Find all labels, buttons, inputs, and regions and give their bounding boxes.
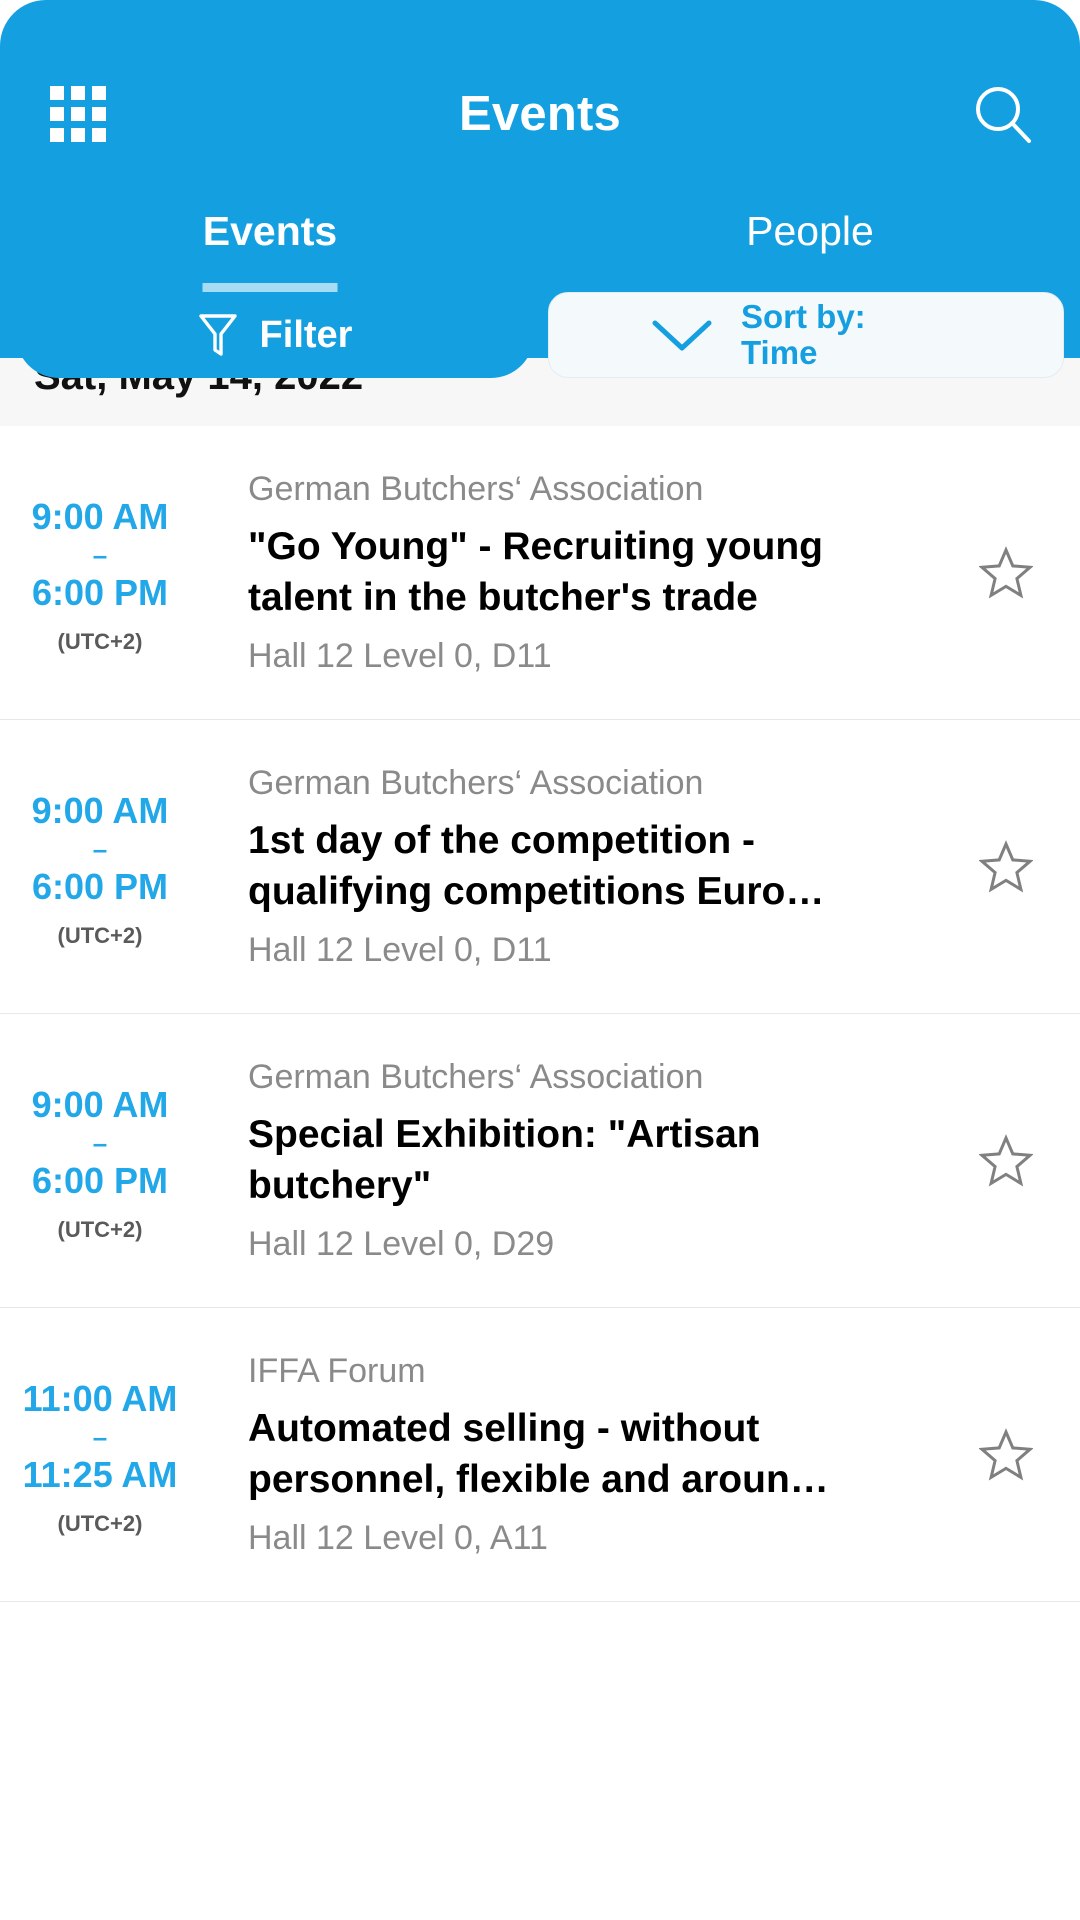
- event-organizer: IFFA Forum: [248, 1351, 426, 1390]
- funnel-icon: [198, 312, 238, 358]
- sort-label-value: Time: [741, 334, 818, 371]
- event-location: Hall 12 Level 0, D11: [248, 636, 552, 675]
- event-end-time: 11:25 AM: [22, 1453, 178, 1495]
- star-icon[interactable]: [978, 1133, 1034, 1188]
- event-title: Automated selling - without personnel, f…: [248, 1406, 829, 1501]
- tab-events-label: Events: [202, 208, 338, 254]
- filter-sort-bar: Filter Sort by: Time: [0, 292, 1080, 380]
- event-end-time: 6:00 PM: [31, 571, 169, 613]
- page-title: Events: [459, 87, 621, 141]
- event-timezone: (UTC+2): [57, 1510, 143, 1536]
- event-location: Hall 12 Level 0, A11: [248, 1518, 548, 1557]
- star-icon[interactable]: [978, 545, 1034, 600]
- sort-button-label: Sort by: Time: [741, 299, 866, 371]
- event-start-time: 11:00 AM: [22, 1377, 178, 1419]
- event-time-column: 11:00 AM – 11:25 AM (UTC+2): [0, 1366, 200, 1544]
- event-info-column: German Butchers‘ Association 1st day of …: [200, 757, 932, 977]
- event-list-item[interactable]: 11:00 AM – 11:25 AM (UTC+2) IFFA Forum A…: [0, 1308, 1080, 1602]
- event-time-separator: –: [92, 539, 108, 570]
- tab-people[interactable]: People: [540, 188, 1080, 298]
- event-organizer: German Butchers‘ Association: [248, 469, 704, 508]
- event-start-time: 9:00 AM: [31, 789, 169, 831]
- sort-label-prefix: Sort by:: [741, 298, 866, 335]
- event-organizer: German Butchers‘ Association: [248, 763, 704, 802]
- tab-events[interactable]: Events: [0, 188, 540, 298]
- tab-bar: Events People: [0, 188, 1080, 298]
- event-location: Hall 12 Level 0, D11: [248, 930, 552, 969]
- header-bar: Events: [0, 58, 1080, 170]
- event-title: "Go Young" - Recruiting young talent in …: [248, 524, 824, 619]
- chevron-down-icon: [647, 315, 717, 355]
- event-favorite-column: [932, 1427, 1080, 1482]
- content-area: Sat, May 14, 2022 9:00 AM – 6:00 PM (UTC…: [0, 354, 1080, 1920]
- event-favorite-column: [932, 545, 1080, 600]
- event-organizer: German Butchers‘ Association: [248, 1057, 704, 1096]
- event-title: 1st day of the competition - qualifying …: [248, 818, 825, 913]
- filter-button-label: Filter: [259, 313, 353, 356]
- event-title: Special Exhibition: "Artisan butchery": [248, 1112, 761, 1207]
- star-icon[interactable]: [978, 1427, 1034, 1482]
- event-time-separator: –: [92, 1421, 108, 1452]
- event-list-item[interactable]: 9:00 AM – 6:00 PM (UTC+2) German Butcher…: [0, 426, 1080, 720]
- app-screen: Events Events People Filter Sort by: Tim…: [0, 0, 1080, 1920]
- event-time-column: 9:00 AM – 6:00 PM (UTC+2): [0, 1072, 200, 1250]
- event-start-time: 9:00 AM: [31, 1083, 169, 1125]
- event-favorite-column: [932, 1133, 1080, 1188]
- event-timezone: (UTC+2): [57, 922, 143, 948]
- sort-button[interactable]: Sort by: Time: [548, 292, 1064, 378]
- event-info-column: German Butchers‘ Association "Go Young" …: [200, 463, 932, 683]
- search-icon[interactable]: [972, 84, 1034, 146]
- event-info-column: German Butchers‘ Association Special Exh…: [200, 1051, 932, 1271]
- event-time-separator: –: [92, 1127, 108, 1158]
- event-time-column: 9:00 AM – 6:00 PM (UTC+2): [0, 778, 200, 956]
- event-list-item[interactable]: 9:00 AM – 6:00 PM (UTC+2) German Butcher…: [0, 720, 1080, 1014]
- event-location: Hall 12 Level 0, D29: [248, 1224, 555, 1263]
- event-list-item[interactable]: 9:00 AM – 6:00 PM (UTC+2) German Butcher…: [0, 1014, 1080, 1308]
- event-timezone: (UTC+2): [57, 1216, 143, 1242]
- event-end-time: 6:00 PM: [31, 1159, 169, 1201]
- event-time-separator: –: [92, 833, 108, 864]
- event-list: 9:00 AM – 6:00 PM (UTC+2) German Butcher…: [0, 426, 1080, 1602]
- star-icon[interactable]: [978, 839, 1034, 894]
- event-end-time: 6:00 PM: [31, 865, 169, 907]
- event-start-time: 9:00 AM: [31, 495, 169, 537]
- event-timezone: (UTC+2): [57, 628, 143, 654]
- event-favorite-column: [932, 839, 1080, 894]
- event-time-column: 9:00 AM – 6:00 PM (UTC+2): [0, 484, 200, 662]
- tab-people-label: People: [746, 208, 874, 254]
- filter-button[interactable]: Filter: [16, 292, 534, 378]
- event-info-column: IFFA Forum Automated selling - without p…: [200, 1345, 932, 1565]
